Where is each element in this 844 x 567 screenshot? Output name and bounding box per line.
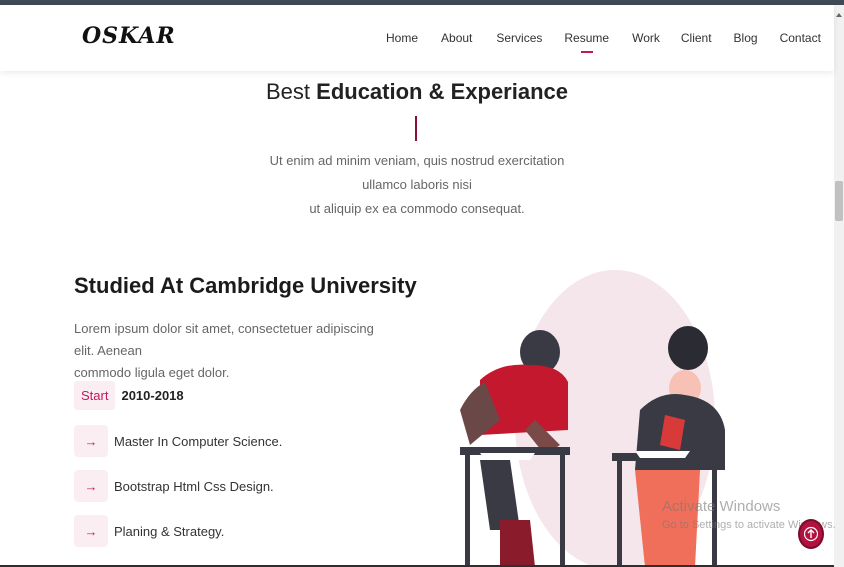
section-description-line-2: ut aliquip ex ea commodo consequat. — [309, 201, 525, 216]
nav-item-blog[interactable]: Blog — [734, 31, 758, 45]
start-badge: Start — [74, 381, 116, 410]
list-item-label: Bootstrap Html Css Design. — [114, 478, 274, 494]
nav-item-client[interactable]: Client — [681, 31, 712, 45]
page-scrollbar[interactable] — [834, 5, 844, 567]
section-title-light: Best — [265, 79, 311, 104]
arrow-right-icon: → — [74, 470, 108, 502]
scroll-up-arrow-icon[interactable] — [836, 13, 842, 17]
back-to-top-button[interactable] — [798, 519, 824, 549]
scrollbar-thumb[interactable] — [835, 181, 843, 221]
education-heading: Studied At Cambridge University — [74, 273, 417, 298]
watermark-line-1: Activate Windows — [662, 498, 781, 515]
list-item: → Bootstrap Html Css Design. — [74, 470, 274, 502]
section-description-line-1: Ut enim ad minim veniam, quis nostrud ex… — [269, 153, 565, 192]
site-header: OSKAR Home About Services Resume Work Cl… — [0, 5, 834, 71]
years-range: 2010-2018 — [121, 388, 184, 403]
list-item-label: Planing & Strategy. — [114, 523, 225, 539]
start-row: Start 2010-2018 — [74, 381, 184, 410]
site-logo[interactable]: OSKAR — [82, 23, 176, 49]
section-title-bold: Education & Experiance — [316, 79, 568, 104]
list-item: → Master In Computer Science. — [74, 425, 282, 457]
arrow-up-circle-icon — [804, 526, 818, 542]
section-title: Best Education & Experiance — [0, 79, 834, 105]
main-nav: Home About Services Resume Work Client B… — [386, 31, 821, 45]
list-item: → Planing & Strategy. — [74, 515, 224, 547]
section-description: Ut enim ad minim veniam, quis nostrud ex… — [250, 149, 584, 221]
nav-item-work[interactable]: Work — [632, 31, 660, 45]
nav-item-services[interactable]: Services — [496, 31, 542, 45]
title-divider — [415, 116, 417, 141]
list-item-label: Master In Computer Science. — [114, 433, 283, 449]
nav-item-home[interactable]: Home — [386, 31, 418, 45]
nav-item-about[interactable]: About — [441, 31, 472, 45]
education-description-line-1: Lorem ipsum dolor sit amet, consectetuer… — [74, 321, 374, 358]
education-description: Lorem ipsum dolor sit amet, consectetuer… — [74, 318, 394, 384]
nav-item-contact[interactable]: Contact — [780, 31, 821, 45]
arrow-right-icon: → — [74, 425, 108, 457]
arrow-right-icon: → — [74, 515, 108, 547]
nav-item-resume[interactable]: Resume — [564, 31, 609, 45]
